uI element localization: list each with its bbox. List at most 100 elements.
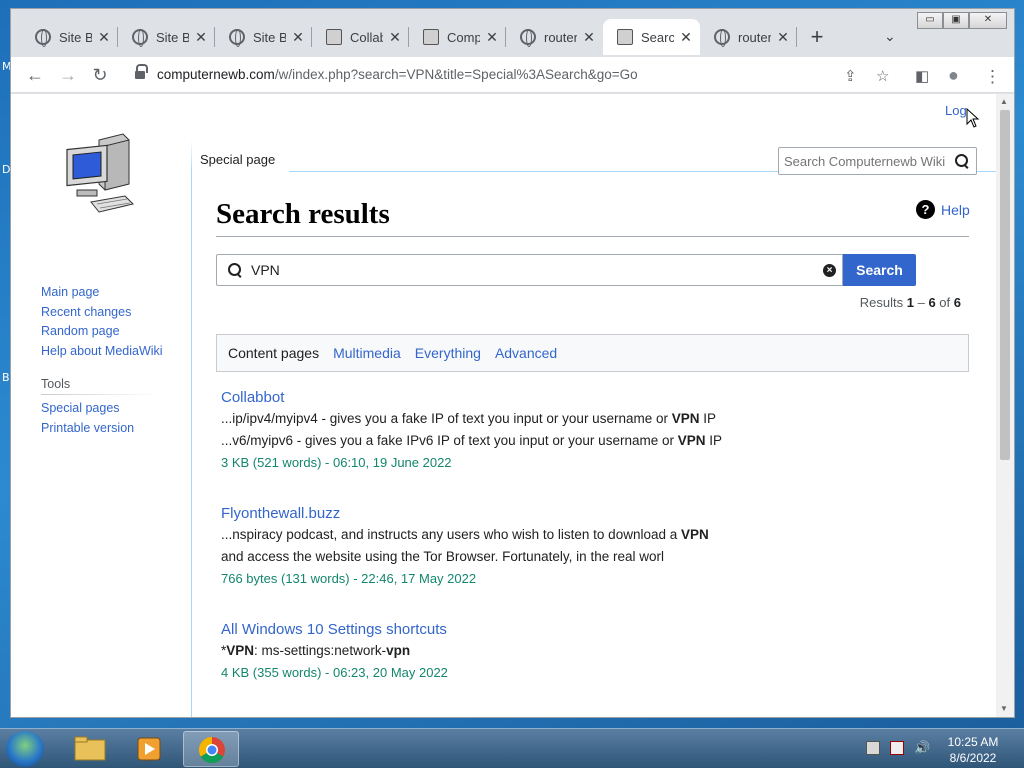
browser-tab[interactable]: Site Bl✕ [215, 19, 312, 55]
clear-icon[interactable]: × [823, 264, 836, 277]
close-window-button[interactable]: ✕ [969, 12, 1007, 29]
result-title-link[interactable]: Collabbot [221, 388, 961, 408]
tab-title: Site Bl [156, 29, 189, 45]
tab-strip: Site Bl✕Site Bl✕Site Bl✕Collab✕Comp✕rout… [11, 9, 1014, 57]
result-snippet: ...v6/myipv6 - gives you a fake IPv6 IP … [221, 430, 961, 452]
taskbar-chrome[interactable] [183, 731, 239, 767]
bookmark-star-icon[interactable]: ☆ [876, 67, 889, 85]
snippet-text: ...nspiracy podcast, and instructs any u… [221, 527, 681, 542]
computer-icon [423, 29, 439, 45]
page-scrollbar[interactable]: ▲ ▼ [996, 94, 1014, 717]
filter-multimedia[interactable]: Multimedia [333, 345, 401, 361]
login-link[interactable]: Log [945, 103, 967, 118]
result-title-link[interactable]: Ekaagrin [221, 714, 961, 717]
close-tab-icon[interactable]: ✕ [193, 29, 209, 46]
close-tab-icon[interactable]: ✕ [387, 29, 403, 46]
browser-tab[interactable]: Searc ✕ [603, 19, 700, 55]
media-player-icon [137, 737, 161, 761]
sidebar-item-main-page[interactable]: Main page [41, 283, 163, 303]
tab-search-icon[interactable]: ⌄ [884, 28, 896, 45]
main-search-input[interactable] [251, 262, 811, 278]
back-icon[interactable]: ← [23, 63, 47, 87]
maximize-button[interactable]: ▣ [943, 12, 969, 29]
tab-separator [796, 27, 797, 47]
search-result: Collabbot ...ip/ipv4/myipv4 - gives you a… [221, 388, 961, 474]
close-tab-icon[interactable]: ✕ [484, 29, 500, 46]
help-link[interactable]: ? Help [916, 200, 970, 219]
profile-icon[interactable]: ● [948, 65, 959, 86]
new-tab-button[interactable]: + [804, 25, 830, 51]
browser-tab[interactable]: Site Bl✕ [118, 19, 215, 55]
network-icon[interactable] [866, 741, 880, 755]
browser-tab[interactable]: Site Bl✕ [21, 19, 118, 55]
mouse-cursor-icon [966, 108, 980, 128]
action-center-icon[interactable] [890, 741, 904, 755]
side-panel-icon[interactable]: ◧ [915, 67, 929, 85]
snippet-match: VPN [226, 643, 255, 658]
reload-icon[interactable]: ↻ [88, 63, 112, 87]
sidebar-item-recent-changes[interactable]: Recent changes [41, 303, 163, 323]
chrome-icon [198, 736, 225, 764]
close-tab-icon[interactable]: ✕ [581, 29, 597, 46]
result-meta: 766 bytes (131 words) - 22:46, 17 May 20… [221, 571, 477, 586]
forward-icon[interactable]: → [56, 63, 80, 87]
browser-toolbar: ← → ↻ computernewb.com/w/index.php?searc… [11, 57, 1014, 93]
wiki-search-input[interactable] [784, 154, 949, 169]
search-icon[interactable] [955, 154, 969, 168]
sidebar-divider [41, 394, 159, 395]
taskbar-explorer[interactable] [62, 731, 118, 767]
close-tab-icon[interactable]: ✕ [678, 29, 694, 46]
start-button[interactable] [6, 731, 44, 767]
result-snippet: *VPN: ms-settings:network-vpn [221, 640, 961, 662]
address-bar[interactable]: computernewb.com/w/index.php?search=VPN&… [123, 61, 903, 89]
scroll-up-icon[interactable]: ▲ [1000, 97, 1008, 106]
browser-tab[interactable]: Comp ✕ [409, 19, 506, 55]
sidebar-item-help[interactable]: Help about MediaWiki [41, 342, 163, 362]
search-result: Ekaagrin [221, 714, 961, 717]
search-button[interactable]: Search [843, 254, 916, 286]
desktop-icon-label: B [2, 371, 10, 384]
filter-everything[interactable]: Everything [415, 345, 481, 361]
browser-tab[interactable]: router ✕ [506, 19, 603, 55]
close-tab-icon[interactable]: ✕ [96, 29, 112, 46]
folder-icon [74, 736, 106, 761]
close-tab-icon[interactable]: ✕ [775, 29, 791, 46]
scroll-down-icon[interactable]: ▼ [1000, 704, 1008, 713]
sidebar-item-special-pages[interactable]: Special pages [41, 399, 134, 419]
results-count-sep: – [913, 295, 929, 310]
snippet-text: ...ip/ipv4/myipv4 - gives you a fake IP … [221, 411, 672, 426]
filter-advanced[interactable]: Advanced [495, 345, 557, 361]
result-meta: 3 KB (521 words) - 06:10, 19 June 2022 [221, 455, 452, 470]
snippet-match: VPN [671, 411, 700, 426]
sidebar-navigation: Main page Recent changes Random page Hel… [41, 283, 163, 361]
minimize-button[interactable]: ▭ [917, 12, 943, 29]
site-logo-icon [66, 133, 134, 213]
computer-icon [326, 29, 342, 45]
clock-time: 10:25 AM [947, 735, 999, 749]
result-title-link[interactable]: All Windows 10 Settings shortcuts [221, 620, 961, 640]
menu-icon[interactable]: ⋮ [984, 67, 1001, 87]
scrollbar-thumb[interactable] [1000, 110, 1010, 460]
result-title-link[interactable]: Flyonthewall.buzz [221, 504, 961, 524]
results-count: Results 1 – 6 of 6 [860, 295, 961, 310]
taskbar-media-player[interactable] [122, 731, 178, 767]
tab-title: router [738, 29, 771, 45]
snippet-text: IP [705, 433, 723, 448]
browser-tab[interactable]: router ✕ [700, 19, 797, 55]
result-snippet: ...ip/ipv4/myipv4 - gives you a fake IP … [221, 408, 961, 430]
sidebar-tools-heading: Tools [41, 377, 71, 391]
browser-tab[interactable]: Collab✕ [312, 19, 409, 55]
globe-icon [520, 29, 536, 47]
share-icon[interactable]: ⇪ [844, 67, 857, 85]
volume-icon[interactable]: 🔊 [914, 741, 930, 755]
close-tab-icon[interactable]: ✕ [290, 29, 306, 46]
tab-special-page[interactable]: Special page [192, 140, 284, 172]
sidebar-item-random-page[interactable]: Random page [41, 322, 163, 342]
sidebar-item-printable-version[interactable]: Printable version [41, 419, 134, 439]
snippet-text: ...v6/myipv6 - gives you a fake IPv6 IP … [221, 433, 678, 448]
tab-title: Searc [641, 29, 674, 45]
system-clock[interactable]: 10:25 AM 8/6/2022 [938, 734, 1008, 766]
snippet-match: vpn [386, 643, 411, 658]
snippet-text: and access the website using the Tor Bro… [221, 549, 664, 564]
result-meta: 4 KB (355 words) - 06:23, 20 May 2022 [221, 665, 448, 680]
